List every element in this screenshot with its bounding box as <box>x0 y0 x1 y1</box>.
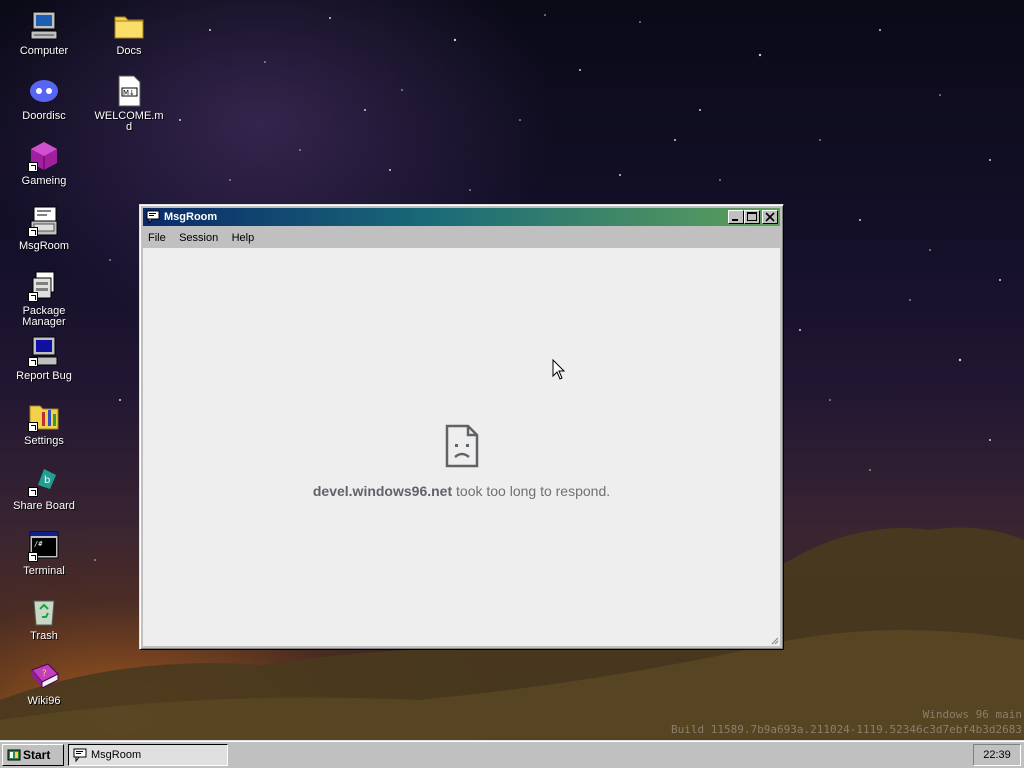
window-content: devel.windows96.net took too long to res… <box>143 248 780 646</box>
start-logo-icon <box>7 748 21 762</box>
maximize-icon <box>747 212 757 221</box>
desktop-icon-label: MsgRoom <box>18 240 70 252</box>
desktop-icon-doordisc[interactable]: Doordisc <box>8 75 80 122</box>
taskbar-item-label: MsgRoom <box>91 749 142 761</box>
window-titlebar[interactable]: MsgRoom <box>143 208 780 226</box>
minimize-icon <box>732 219 738 221</box>
desktop-icon-package-manager[interactable]: Package Manager <box>8 270 80 328</box>
clock: 22:39 <box>983 749 1011 761</box>
game-cube-icon <box>28 140 60 172</box>
mouse-cursor-icon <box>552 359 566 380</box>
window-title: MsgRoom <box>164 211 218 223</box>
start-button[interactable]: Start <box>2 744 64 766</box>
desktop-icon-gameing[interactable]: Gameing <box>8 140 80 187</box>
desktop-icon-label: Report Bug <box>16 370 72 382</box>
close-button[interactable] <box>762 210 778 224</box>
terminal-icon: /# <box>28 530 60 562</box>
svg-text:?: ? <box>42 669 47 679</box>
msgroom-icon <box>28 205 60 237</box>
desktop-icon-label: Wiki96 <box>27 695 61 707</box>
desktop-icon-label: Gameing <box>21 175 67 187</box>
desktop-icon-label: Settings <box>24 435 64 447</box>
desktop-icon-label: Doordisc <box>22 110 66 122</box>
menu-help[interactable]: Help <box>227 228 260 248</box>
watermark-line-1: Windows 96 main <box>922 708 1022 721</box>
folder-icon <box>113 10 145 42</box>
minimize-button[interactable] <box>728 210 744 224</box>
start-label: Start <box>23 748 51 762</box>
taskbar: Start MsgRoom 22:39 <box>0 740 1024 768</box>
wiki-book-icon: ? <box>28 660 60 692</box>
menu-session[interactable]: Session <box>174 228 223 248</box>
settings-icon <box>28 400 60 432</box>
taskbar-item-msgroom[interactable]: MsgRoom <box>68 744 228 766</box>
resize-grip-icon[interactable] <box>769 635 779 645</box>
desktop-icon-settings[interactable]: Settings <box>8 400 80 447</box>
svg-text:/#: /# <box>34 540 43 548</box>
menu-file[interactable]: File <box>143 228 171 248</box>
desktop-icon-trash[interactable]: Trash <box>8 595 80 642</box>
error-detail: took too long to respond. <box>456 483 611 499</box>
desktop-icon-share-board[interactable]: b Share Board <box>8 465 80 512</box>
desktop-icon-report-bug[interactable]: Report Bug <box>8 335 80 382</box>
markdown-file-icon: M↓ <box>113 75 145 107</box>
trash-icon <box>28 595 60 627</box>
desktop-icon-label: Package Manager <box>22 305 66 328</box>
connection-error: devel.windows96.net took too long to res… <box>143 424 780 499</box>
desktop-icon-label: Computer <box>19 45 69 57</box>
svg-text:M↓: M↓ <box>123 89 135 97</box>
desktop-icon-wiki96[interactable]: ? Wiki96 <box>8 660 80 707</box>
svg-text:b: b <box>44 475 50 486</box>
error-host: devel.windows96.net <box>312 483 453 499</box>
sad-page-icon <box>445 424 478 468</box>
maximize-button[interactable] <box>744 210 760 224</box>
system-tray-clock[interactable]: 22:39 <box>973 744 1021 766</box>
msgroom-icon <box>146 210 160 225</box>
msgroom-window[interactable]: MsgRoom File Session Help devel.windows9… <box>139 204 784 650</box>
desktop-icon-welcome[interactable]: M↓ WELCOME.md <box>93 75 165 133</box>
build-watermark: Windows 96 main Build 11589.7b9a693a.211… <box>671 707 1022 737</box>
watermark-line-2: Build 11589.7b9a693a.211024-1119.52346c3… <box>671 723 1022 736</box>
error-message: devel.windows96.net took too long to res… <box>143 483 780 499</box>
computer-icon <box>28 10 60 42</box>
desktop-icon-label: WELCOME.md <box>94 110 164 133</box>
desktop-icon-label: Share Board <box>13 500 75 512</box>
report-bug-icon <box>28 335 60 367</box>
close-icon <box>765 212 775 222</box>
share-board-icon: b <box>28 465 60 497</box>
doordisc-icon <box>28 75 60 107</box>
window-menubar: File Session Help <box>143 228 780 248</box>
desktop-icon-msgroom[interactable]: MsgRoom <box>8 205 80 252</box>
package-manager-icon <box>28 270 60 302</box>
desktop-icon-terminal[interactable]: /# Terminal <box>8 530 80 577</box>
desktop-icon-label: Terminal <box>23 565 65 577</box>
desktop-icon-docs[interactable]: Docs <box>93 10 165 57</box>
desktop-icon-computer[interactable]: Computer <box>8 10 80 57</box>
desktop-icon-label: Docs <box>116 45 142 57</box>
msgroom-icon <box>73 748 87 763</box>
desktop-icon-label: Trash <box>30 630 58 642</box>
